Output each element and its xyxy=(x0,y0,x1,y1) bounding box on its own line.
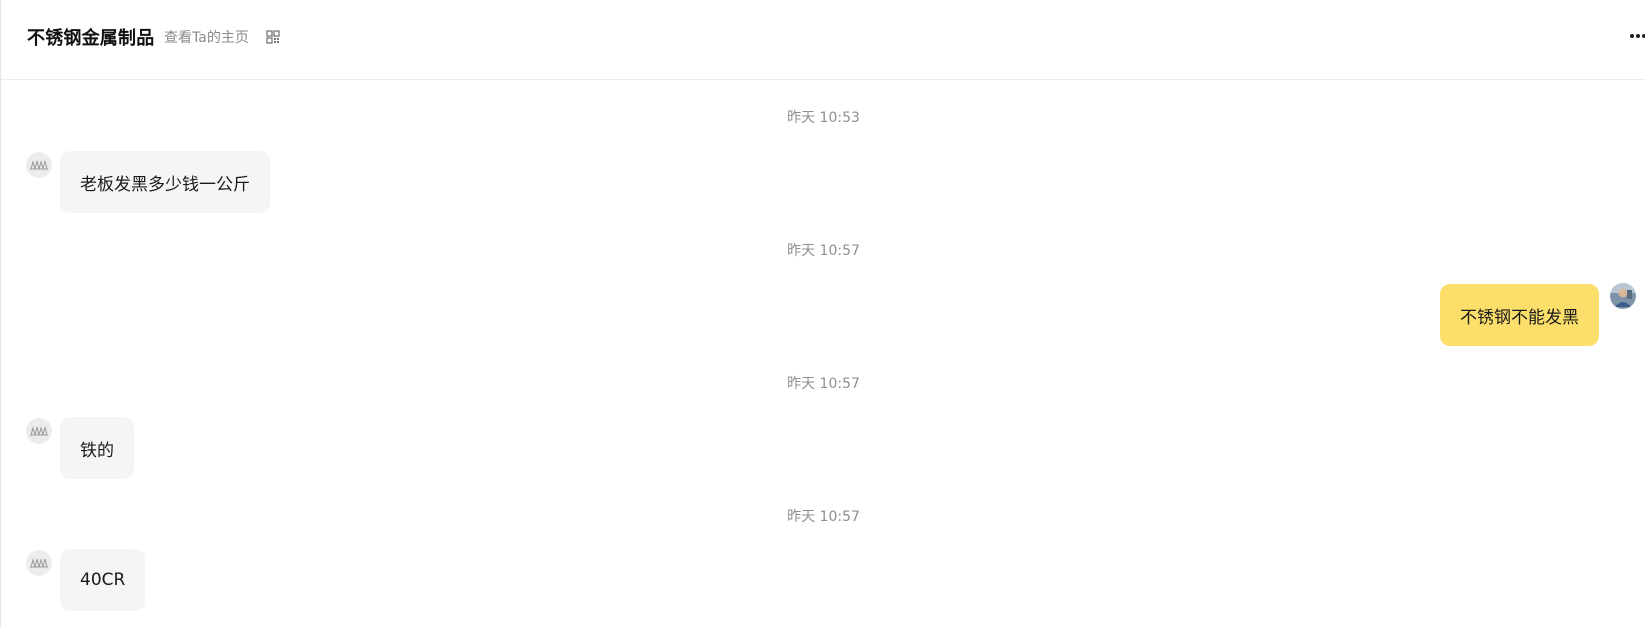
message-bubble-incoming[interactable]: 老板发黑多少钱一公斤 xyxy=(60,151,270,213)
more-horizontal-icon[interactable] xyxy=(1629,24,1645,48)
qr-code-icon[interactable] xyxy=(266,30,280,44)
contact-avatar[interactable] xyxy=(26,418,52,444)
message-bubble-outgoing[interactable]: 不锈钢不能发黑 xyxy=(1440,284,1599,346)
contact-name: 不锈钢金属制品 xyxy=(27,28,155,49)
user-avatar[interactable] xyxy=(1610,283,1636,309)
message-bubble-incoming[interactable]: 铁的 xyxy=(60,417,134,479)
message-timestamp: 昨天 10:57 xyxy=(787,243,860,259)
view-homepage-link[interactable]: 查看Ta的主页 xyxy=(164,27,249,47)
contact-avatar[interactable] xyxy=(26,152,52,178)
contact-avatar[interactable] xyxy=(26,550,52,576)
message-timestamp: 昨天 10:57 xyxy=(787,376,860,392)
message-timestamp: 昨天 10:57 xyxy=(787,509,860,525)
chat-header: 不锈钢金属制品 查看Ta的主页 xyxy=(1,0,1645,80)
message-timestamp: 昨天 10:53 xyxy=(787,110,860,126)
chat-window: 不锈钢金属制品 查看Ta的主页 昨天 10:53 老板发黑多少钱一公斤 昨天 1… xyxy=(0,0,1645,627)
message-bubble-incoming[interactable]: 40CR xyxy=(60,549,146,611)
